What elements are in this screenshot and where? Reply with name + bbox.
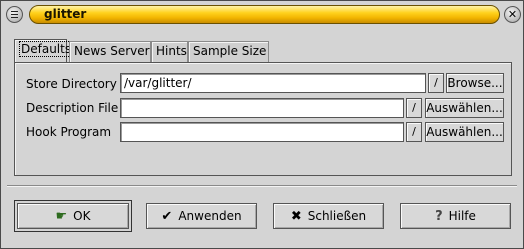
window-menu-icon[interactable] (6, 6, 23, 23)
tab-sample-size-label: Sample Size (193, 44, 267, 58)
hook-program-label: Hook Program (26, 125, 112, 139)
window-title: glitter (44, 7, 87, 21)
window-close-icon[interactable]: ✕ (504, 6, 521, 23)
store-directory-arrow-button[interactable]: / (428, 73, 444, 93)
browse-button[interactable]: Browse... (446, 73, 504, 93)
hook-program-input[interactable] (120, 122, 404, 142)
store-directory-label: Store Directory (26, 77, 117, 91)
defaults-panel: Store Directory /var/glitter/ / Browse..… (14, 62, 512, 176)
close-button-label: Schließen (307, 209, 367, 223)
hook-program-select-button[interactable]: Auswählen... (425, 122, 504, 142)
tab-defaults[interactable]: Defaults (14, 39, 74, 63)
store-directory-input[interactable]: /var/glitter/ (120, 73, 426, 93)
title-pill[interactable]: glitter (29, 5, 500, 24)
tab-hints-label: Hints (156, 44, 187, 58)
ok-button[interactable]: ☛ OK (14, 200, 132, 232)
close-button[interactable]: ✖ Schließen (273, 203, 384, 229)
ok-hand-icon: ☛ (55, 208, 68, 224)
description-file-label: Description File (26, 101, 119, 115)
tab-defaults-label: Defaults (19, 41, 74, 57)
tab-news-server[interactable]: News Server (69, 41, 151, 62)
title-bar[interactable]: glitter ✕ (3, 3, 521, 25)
question-icon: ? (435, 208, 443, 224)
tab-hints[interactable]: Hints (151, 41, 188, 62)
apply-button-label: Anwenden (178, 209, 242, 223)
ok-button-label: OK (73, 209, 91, 223)
apply-button[interactable]: ✔ Anwenden (146, 203, 257, 229)
help-button-label: Hilfe (448, 209, 476, 223)
tab-news-server-label: News Server (74, 44, 150, 58)
help-button[interactable]: ? Hilfe (400, 203, 511, 229)
dialog-window: glitter ✕ Defaults News Server Hints Sam… (0, 0, 524, 249)
checkmark-icon: ✔ (161, 208, 173, 224)
x-icon: ✖ (290, 208, 302, 224)
tab-sample-size[interactable]: Sample Size (188, 41, 269, 62)
description-file-select-button[interactable]: Auswählen... (425, 98, 504, 118)
description-file-arrow-button[interactable]: / (406, 98, 422, 118)
hook-program-arrow-button[interactable]: / (406, 122, 422, 142)
description-file-input[interactable] (120, 98, 404, 118)
button-separator (7, 185, 517, 187)
